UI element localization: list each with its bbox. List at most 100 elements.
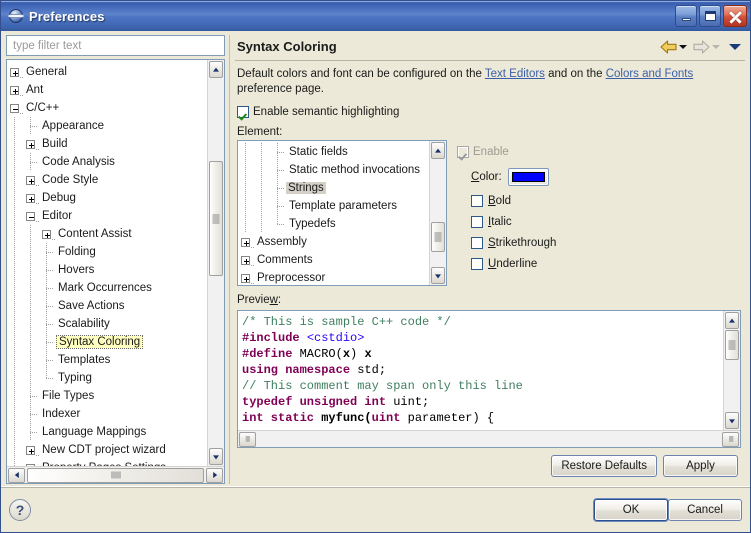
expand-plus-icon[interactable] [26, 175, 35, 185]
tree-item-property-pages-settings[interactable]: Property Pages Settings [7, 459, 207, 466]
tree-toggle[interactable] [238, 255, 255, 266]
tree-vertical-scrollbar[interactable] [207, 60, 224, 466]
restore-defaults-button[interactable]: Restore Defaults [551, 455, 657, 477]
bold-row[interactable]: Bold [471, 195, 741, 207]
tree-toggle[interactable] [7, 103, 24, 114]
preview-scroll-right-button[interactable] [722, 431, 739, 447]
enable-semantic-highlighting-row[interactable]: Enable semantic highlighting [237, 106, 741, 118]
text-editors-link[interactable]: Text Editors [485, 68, 545, 80]
element-vertical-scrollbar[interactable] [429, 141, 446, 285]
element-scroll-up-button[interactable] [431, 142, 445, 159]
preview-vertical-scrollbar[interactable] [723, 311, 740, 430]
tree-scroll-track[interactable] [208, 79, 224, 447]
filter-box[interactable] [6, 35, 225, 56]
element-item-typedefs[interactable]: Typedefs [238, 215, 429, 233]
expand-plus-icon[interactable] [26, 445, 35, 455]
close-button[interactable] [723, 5, 747, 27]
preview-code[interactable]: /* This is sample C++ code */#include <c… [238, 311, 723, 430]
expand-plus-icon[interactable] [241, 237, 250, 247]
element-item-assembly[interactable]: Assembly [238, 233, 429, 251]
tree-scroll-down-button[interactable] [209, 448, 223, 465]
tree-horizontal-scrollbar[interactable] [7, 466, 224, 483]
italic-checkbox[interactable] [471, 216, 483, 228]
tree-item-indexer[interactable]: Indexer [7, 405, 207, 423]
expand-plus-icon[interactable] [26, 193, 35, 203]
preview-scroll-left-button[interactable] [239, 431, 256, 447]
element-item-strings[interactable]: Strings [238, 179, 429, 197]
tree-toggle[interactable] [23, 139, 40, 150]
tree-scroll-right-button[interactable] [206, 467, 223, 483]
tree-item-typing[interactable]: Typing [7, 369, 207, 387]
tree-item-syntax-coloring[interactable]: Syntax Coloring [7, 333, 207, 351]
preview-hscroll-track[interactable] [257, 432, 721, 447]
tree-toggle[interactable] [238, 237, 255, 248]
expand-plus-icon[interactable] [10, 67, 19, 77]
search-input[interactable] [11, 38, 220, 53]
tree-scroll-thumb[interactable] [209, 161, 223, 276]
expand-plus-icon[interactable] [42, 229, 51, 239]
tree-item-build[interactable]: Build [7, 135, 207, 153]
tree-item-c-c[interactable]: C/C++ [7, 99, 207, 117]
tree-toggle[interactable] [238, 273, 255, 284]
bold-checkbox[interactable] [471, 195, 483, 207]
tree-item-code-analysis[interactable]: Code Analysis [7, 153, 207, 171]
tree-item-content-assist[interactable]: Content Assist [7, 225, 207, 243]
tree-item-ant[interactable]: Ant [7, 81, 207, 99]
tree-item-templates[interactable]: Templates [7, 351, 207, 369]
expand-plus-icon[interactable] [241, 255, 250, 265]
tree-item-file-types[interactable]: File Types [7, 387, 207, 405]
back-history-chevron-down-icon[interactable] [679, 44, 687, 49]
tree-scroll-left-button[interactable] [8, 467, 25, 483]
tree-item-general[interactable]: General [7, 63, 207, 81]
element-scroll-down-button[interactable] [431, 267, 445, 284]
tree-item-folding[interactable]: Folding [7, 243, 207, 261]
tree-item-hovers[interactable]: Hovers [7, 261, 207, 279]
tree-item-debug[interactable]: Debug [7, 189, 207, 207]
expand-plus-icon[interactable] [26, 463, 35, 466]
tree-item-scalability[interactable]: Scalability [7, 315, 207, 333]
expand-plus-icon[interactable] [26, 139, 35, 149]
tree-toggle[interactable] [23, 445, 40, 456]
tree-item-save-actions[interactable]: Save Actions [7, 297, 207, 315]
preference-tree-items[interactable]: General Ant C/C++ Appearance Build Code Analy… [7, 60, 207, 466]
italic-row[interactable]: Italic [471, 216, 741, 228]
view-menu-chevron-down-icon[interactable] [729, 43, 741, 50]
element-item-template-parameters[interactable]: Template parameters [238, 197, 429, 215]
strikethrough-row[interactable]: Strikethrough [471, 237, 741, 249]
underline-checkbox[interactable] [471, 258, 483, 270]
preview-scroll-down-button[interactable] [725, 412, 739, 429]
underline-row[interactable]: Underline [471, 258, 741, 270]
element-item-static-method-invocations[interactable]: Static method invocations [238, 161, 429, 179]
expand-plus-icon[interactable] [10, 85, 19, 95]
element-item-preprocessor[interactable]: Preprocessor [238, 269, 429, 285]
color-picker-button[interactable] [507, 168, 549, 186]
collapse-minus-icon[interactable] [10, 103, 19, 113]
tree-toggle[interactable] [39, 229, 56, 240]
enable-semantic-highlighting-checkbox[interactable] [237, 106, 249, 118]
strikethrough-checkbox[interactable] [471, 237, 483, 249]
preview-scroll-track[interactable] [724, 330, 740, 411]
expand-plus-icon[interactable] [241, 273, 250, 283]
tree-toggle[interactable] [23, 211, 40, 222]
tree-toggle[interactable] [7, 67, 24, 78]
colors-and-fonts-link[interactable]: Colors and Fonts [606, 68, 694, 80]
collapse-minus-icon[interactable] [26, 211, 35, 221]
tree-toggle[interactable] [7, 85, 24, 96]
tree-item-editor[interactable]: Editor [7, 207, 207, 225]
maximize-button[interactable] [699, 5, 721, 27]
tree-hscroll-track[interactable] [26, 467, 205, 483]
preview-horizontal-scrollbar[interactable] [238, 430, 740, 447]
cancel-button[interactable]: Cancel [668, 498, 742, 521]
element-scroll-thumb[interactable] [431, 222, 445, 252]
back-arrow-icon[interactable] [660, 39, 677, 54]
element-list-items[interactable]: Static fields Static method invocations St… [238, 141, 429, 285]
tree-item-appearance[interactable]: Appearance [7, 117, 207, 135]
tree-item-new-cdt-project-wizard[interactable]: New CDT project wizard [7, 441, 207, 459]
tree-item-language-mappings[interactable]: Language Mappings [7, 423, 207, 441]
tree-scroll-up-button[interactable] [209, 61, 223, 78]
tree-toggle[interactable] [23, 193, 40, 204]
tree-toggle[interactable] [23, 463, 39, 466]
tree-item-mark-occurrences[interactable]: Mark Occurrences [7, 279, 207, 297]
help-question-icon[interactable]: ? [9, 498, 31, 521]
apply-button[interactable]: Apply [663, 455, 738, 477]
